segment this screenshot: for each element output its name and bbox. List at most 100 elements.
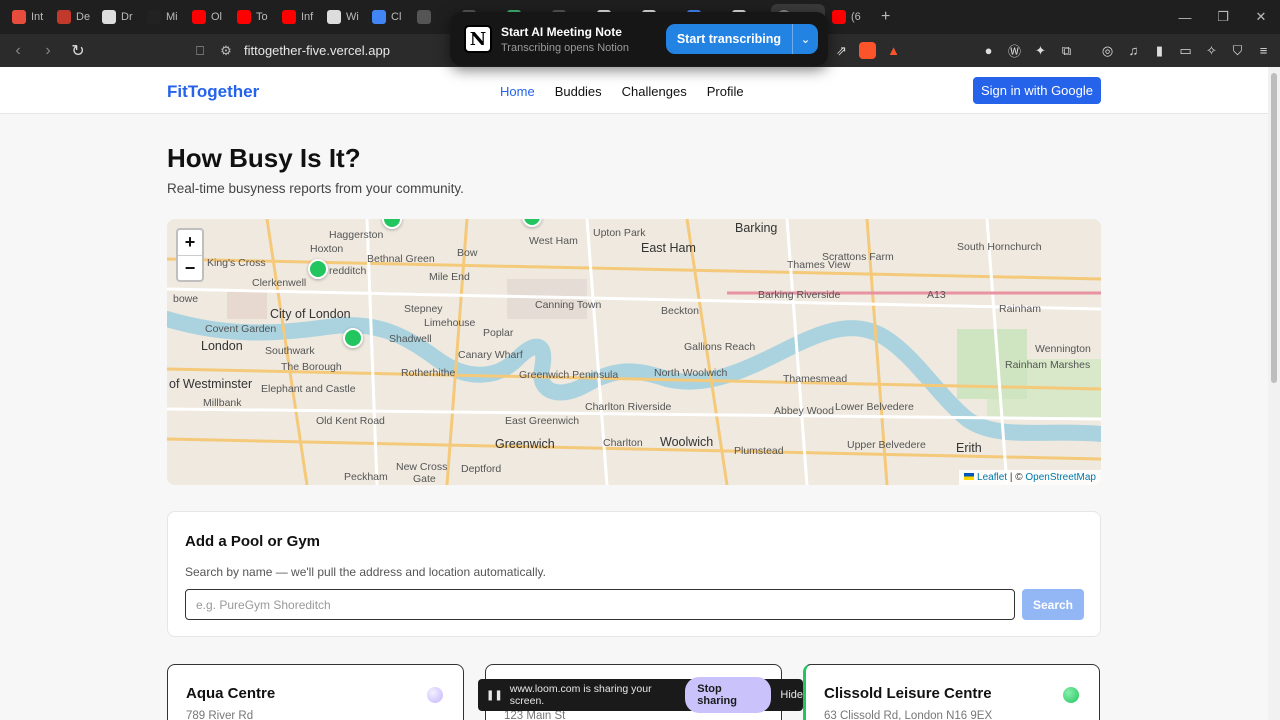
- map-place-label: Upper Belvedere: [847, 439, 926, 451]
- wallet2-icon[interactable]: ▭: [1177, 42, 1194, 59]
- map-place-label: Scrattons Farm: [822, 251, 894, 263]
- venue-name: Aqua Centre: [186, 685, 276, 702]
- tab-favicon-icon: [372, 10, 386, 24]
- page-scrollbar[interactable]: [1268, 67, 1280, 720]
- browser-tab[interactable]: De: [51, 4, 95, 30]
- maximize-icon[interactable]: ❐: [1204, 9, 1242, 25]
- map-place-label: Southwark: [265, 345, 315, 357]
- stop-sharing-button[interactable]: Stop sharing: [685, 677, 772, 713]
- notion-title: Start AI Meeting Note: [501, 24, 622, 39]
- tab-favicon-icon: [12, 10, 26, 24]
- map-place-label: Covent Garden: [205, 323, 277, 335]
- forward-icon[interactable]: ›: [36, 39, 60, 63]
- map-place-label: West Ham: [529, 235, 578, 247]
- leaflet-link[interactable]: Leaflet: [977, 472, 1007, 483]
- venue-card[interactable]: Clissold Leisure Centre 63 Clissold Rd, …: [803, 664, 1100, 720]
- url-text[interactable]: fittogether-five.vercel.app: [244, 43, 390, 58]
- map-place-label: Poplar: [483, 327, 514, 339]
- tab-label: Int: [31, 11, 44, 23]
- notion-logo-icon: N: [464, 25, 492, 53]
- browser-tab[interactable]: To: [231, 4, 275, 30]
- map-place-label: Greenwich Peninsula: [519, 369, 619, 381]
- sign-in-google-button[interactable]: Sign in with Google: [973, 77, 1101, 104]
- map-place-label: South Hornchurch: [957, 241, 1042, 253]
- nav-link-challenges[interactable]: Challenges: [622, 84, 687, 99]
- nav-link-home[interactable]: Home: [500, 84, 535, 99]
- minimize-icon[interactable]: —: [1166, 10, 1204, 25]
- music-icon[interactable]: ♫: [1125, 42, 1142, 59]
- map-place-label: of Westminster: [169, 377, 253, 391]
- gym-marker[interactable]: [343, 328, 363, 348]
- attribution-separator: | ©: [1007, 472, 1026, 483]
- sidebar-icon[interactable]: ▮: [1151, 42, 1168, 59]
- venue-card[interactable]: Aqua Centre 789 River Rd: [167, 664, 464, 720]
- ai-icon[interactable]: ✧: [1203, 42, 1220, 59]
- map-place-label: Barking Riverside: [758, 289, 841, 301]
- leo-icon[interactable]: ◎: [1099, 42, 1116, 59]
- zoom-out-button[interactable]: −: [178, 255, 202, 280]
- scrollbar-thumb[interactable]: [1271, 73, 1277, 383]
- nav-link-buddies[interactable]: Buddies: [555, 84, 602, 99]
- browser-tab[interactable]: Wi: [321, 4, 365, 30]
- search-button[interactable]: Search: [1022, 589, 1084, 620]
- wallet-icon[interactable]: Ⓦ: [1006, 42, 1023, 59]
- map-place-label: Bow: [457, 247, 478, 259]
- share-icon[interactable]: ⇗: [833, 42, 850, 59]
- map-place-label: Elephant and Castle: [261, 383, 356, 395]
- browser-tab[interactable]: Dr: [96, 4, 140, 30]
- map-place-label: Lower Belvedere: [835, 401, 914, 413]
- browser-tab[interactable]: [411, 4, 455, 30]
- map-place-label: Wennington: [1035, 343, 1091, 355]
- media-icon[interactable]: ●: [980, 42, 997, 59]
- browser-tab[interactable]: Mi: [141, 4, 185, 30]
- tab-label: (6: [851, 11, 861, 23]
- gym-marker[interactable]: [308, 259, 328, 279]
- page: FitTogether Home Buddies Challenges Profile…: [0, 67, 1268, 720]
- map-place-label: Canning Town: [535, 299, 602, 311]
- new-tab-icon[interactable]: +: [881, 8, 890, 26]
- venue-name: Clissold Leisure Centre: [824, 685, 992, 702]
- window-controls: — ❐ ✕: [1166, 0, 1280, 34]
- map-place-label: Charlton: [603, 437, 643, 449]
- tab-label: Inf: [301, 11, 314, 23]
- reload-icon[interactable]: ↻: [66, 39, 90, 63]
- notion-meeting-popup: N Start AI Meeting Note Transcribing ope…: [450, 12, 828, 66]
- browser-tab[interactable]: Ol: [186, 4, 230, 30]
- browser-tab[interactable]: Cl: [366, 4, 410, 30]
- start-transcribing-button[interactable]: Start transcribing ⌄: [665, 24, 818, 54]
- site-info-icon[interactable]: ⚙: [218, 43, 234, 59]
- tab-youtube[interactable]: (6: [826, 4, 870, 30]
- map-place-label: Upton Park: [593, 227, 646, 239]
- back-icon[interactable]: ‹: [6, 39, 30, 63]
- map-place-label: Woolwich: [660, 435, 714, 449]
- osm-link[interactable]: OpenStreetMap: [1025, 472, 1096, 483]
- menu-icon[interactable]: ≡: [1255, 42, 1272, 59]
- screenshot-icon[interactable]: ⧉: [1058, 42, 1075, 59]
- map-place-label: Stepney: [404, 303, 443, 315]
- map-place-label: London: [201, 339, 243, 353]
- brave-shield-icon[interactable]: [859, 42, 876, 59]
- pause-icon[interactable]: ❚❚: [486, 690, 503, 701]
- bookmark-icon[interactable]: ⎕: [192, 43, 208, 59]
- close-window-icon[interactable]: ✕: [1242, 9, 1280, 25]
- venue-search-input[interactable]: [185, 589, 1015, 620]
- vpn-icon[interactable]: ⛉: [1229, 42, 1246, 59]
- map-place-label: Charlton Riverside: [585, 401, 672, 413]
- browser-tab[interactable]: Int: [6, 4, 50, 30]
- map-place-label: Greenwich: [495, 437, 555, 451]
- add-venue-help: Search by name — we'll pull the address …: [185, 565, 546, 579]
- brave-rewards-icon[interactable]: ▲: [885, 42, 902, 59]
- nav-link-profile[interactable]: Profile: [707, 84, 744, 99]
- brand-logo[interactable]: FitTogether: [167, 82, 259, 102]
- chevron-down-icon[interactable]: ⌄: [792, 24, 818, 54]
- venue-address: 789 River Rd: [186, 710, 254, 720]
- browser-tab[interactable]: Inf: [276, 4, 320, 30]
- extensions-icon[interactable]: ✦: [1032, 42, 1049, 59]
- zoom-in-button[interactable]: +: [178, 230, 202, 255]
- busyness-map[interactable]: Haggerston Bethnal Green West Ham Upton Par…: [167, 219, 1101, 485]
- tab-favicon-icon: [282, 10, 296, 24]
- tab-favicon-icon: [237, 10, 251, 24]
- loom-message: www.loom.com is sharing your screen.: [509, 683, 652, 707]
- hide-button[interactable]: Hide: [780, 689, 803, 701]
- start-transcribing-label[interactable]: Start transcribing: [666, 32, 792, 46]
